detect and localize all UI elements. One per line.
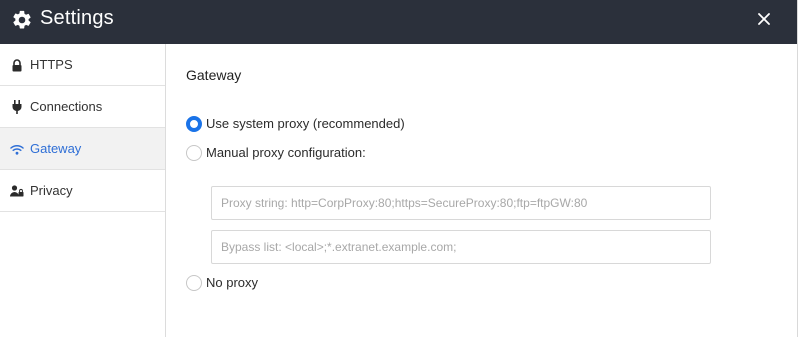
- user-lock-icon: [10, 184, 24, 198]
- radio-label: No proxy: [206, 275, 259, 290]
- section-title: Gateway: [186, 67, 242, 83]
- sidebar-item-https[interactable]: HTTPS: [0, 44, 165, 86]
- sidebar-item-label: Connections: [30, 99, 103, 114]
- radio-label: Use system proxy (recommended): [206, 116, 405, 131]
- title-bar: Settings: [0, 0, 797, 44]
- no-proxy-option[interactable]: No proxy: [186, 275, 258, 291]
- system-proxy-option[interactable]: Use system proxy (recommended): [186, 116, 405, 132]
- no-proxy-radio[interactable]: [186, 275, 202, 291]
- radio-label: Manual proxy configuration:: [206, 145, 366, 160]
- sidebar: HTTPS Connections Gateway Privacy: [0, 44, 166, 337]
- system-proxy-radio[interactable]: [186, 116, 202, 132]
- page-title: Settings: [40, 7, 114, 29]
- sidebar-item-gateway[interactable]: Gateway: [0, 128, 165, 170]
- wifi-icon: [10, 142, 24, 156]
- close-button[interactable]: [753, 8, 775, 30]
- manual-proxy-option[interactable]: Manual proxy configuration:: [186, 145, 366, 161]
- plug-icon: [10, 100, 24, 114]
- sidebar-item-label: Privacy: [30, 183, 73, 198]
- gateway-panel: Gateway Use system proxy (recommended) M…: [166, 44, 797, 337]
- lock-icon: [10, 58, 24, 72]
- gear-icon: [11, 9, 33, 31]
- bypass-list-input[interactable]: [211, 230, 711, 264]
- sidebar-item-connections[interactable]: Connections: [0, 86, 165, 128]
- sidebar-item-label: Gateway: [30, 141, 82, 156]
- close-icon: [758, 13, 770, 25]
- settings-window: Settings HTTPS Connections Gateway Priva…: [0, 0, 801, 337]
- sidebar-item-label: HTTPS: [30, 57, 73, 72]
- manual-proxy-radio[interactable]: [186, 145, 202, 161]
- proxy-string-input[interactable]: [211, 186, 711, 220]
- sidebar-item-privacy[interactable]: Privacy: [0, 170, 165, 212]
- window-edge: [797, 0, 801, 337]
